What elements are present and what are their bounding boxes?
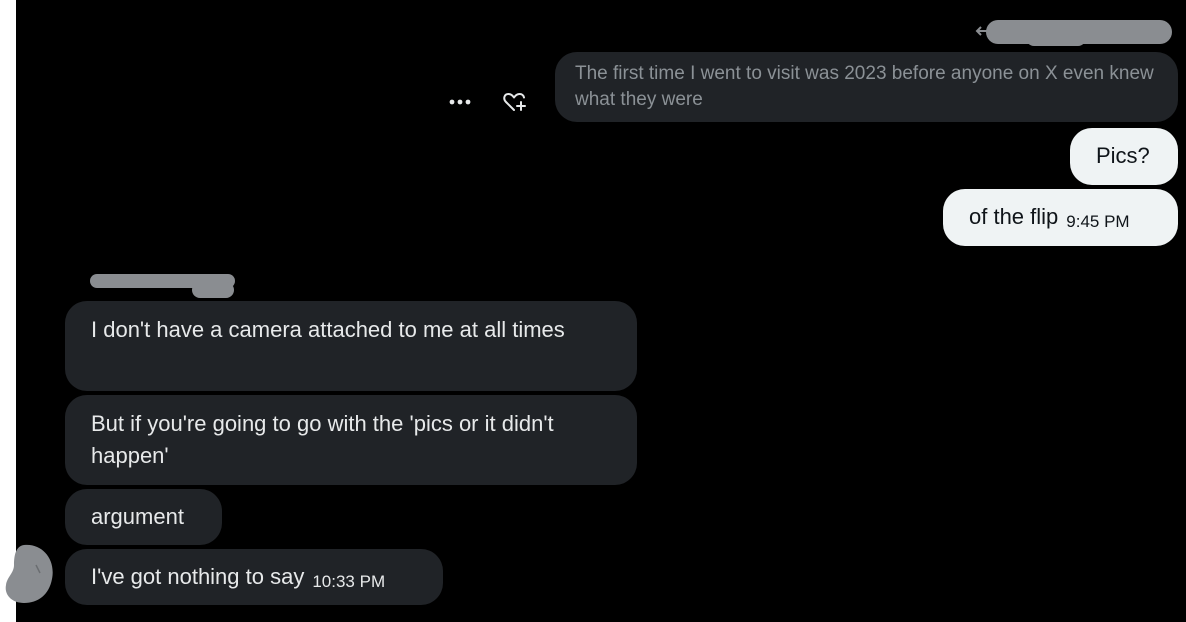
- message-timestamp: 10:33 PM: [312, 572, 386, 591]
- received-message-bubble[interactable]: But if you're going to go with the 'pics…: [65, 395, 637, 485]
- received-message-bubble[interactable]: I don't have a camera attached to me at …: [65, 301, 637, 391]
- sent-message-bubble[interactable]: Pics?: [1070, 128, 1178, 185]
- message-text: I've got nothing to say: [91, 564, 305, 589]
- message-timestamp: 9:45 PM: [1066, 212, 1130, 231]
- heart-add-icon[interactable]: [500, 88, 530, 116]
- quoted-message-bubble[interactable]: The first time I went to visit was 2023 …: [555, 52, 1178, 122]
- more-horizontal-icon[interactable]: [446, 90, 474, 114]
- received-message-bubble[interactable]: argument: [65, 489, 222, 545]
- received-message-bubble[interactable]: I've got nothing to say 10:33 PM: [65, 549, 443, 605]
- redacted-name-scribble: [1026, 30, 1086, 46]
- message-text: of the flip: [969, 204, 1059, 229]
- sent-message-bubble[interactable]: of the flip 9:45 PM: [943, 189, 1178, 246]
- message-text: I don't have a camera attached to me at …: [91, 317, 565, 342]
- message-text: argument: [91, 504, 184, 529]
- message-text: Pics?: [1096, 143, 1150, 168]
- message-text: But if you're going to go with the 'pics…: [91, 411, 554, 468]
- redacted-sender-name: [192, 282, 234, 298]
- avatar-redacted[interactable]: [2, 543, 54, 605]
- dm-conversation: The first time I went to visit was 2023 …: [16, 0, 1186, 622]
- quoted-message-text: The first time I went to visit was 2023 …: [575, 63, 1154, 110]
